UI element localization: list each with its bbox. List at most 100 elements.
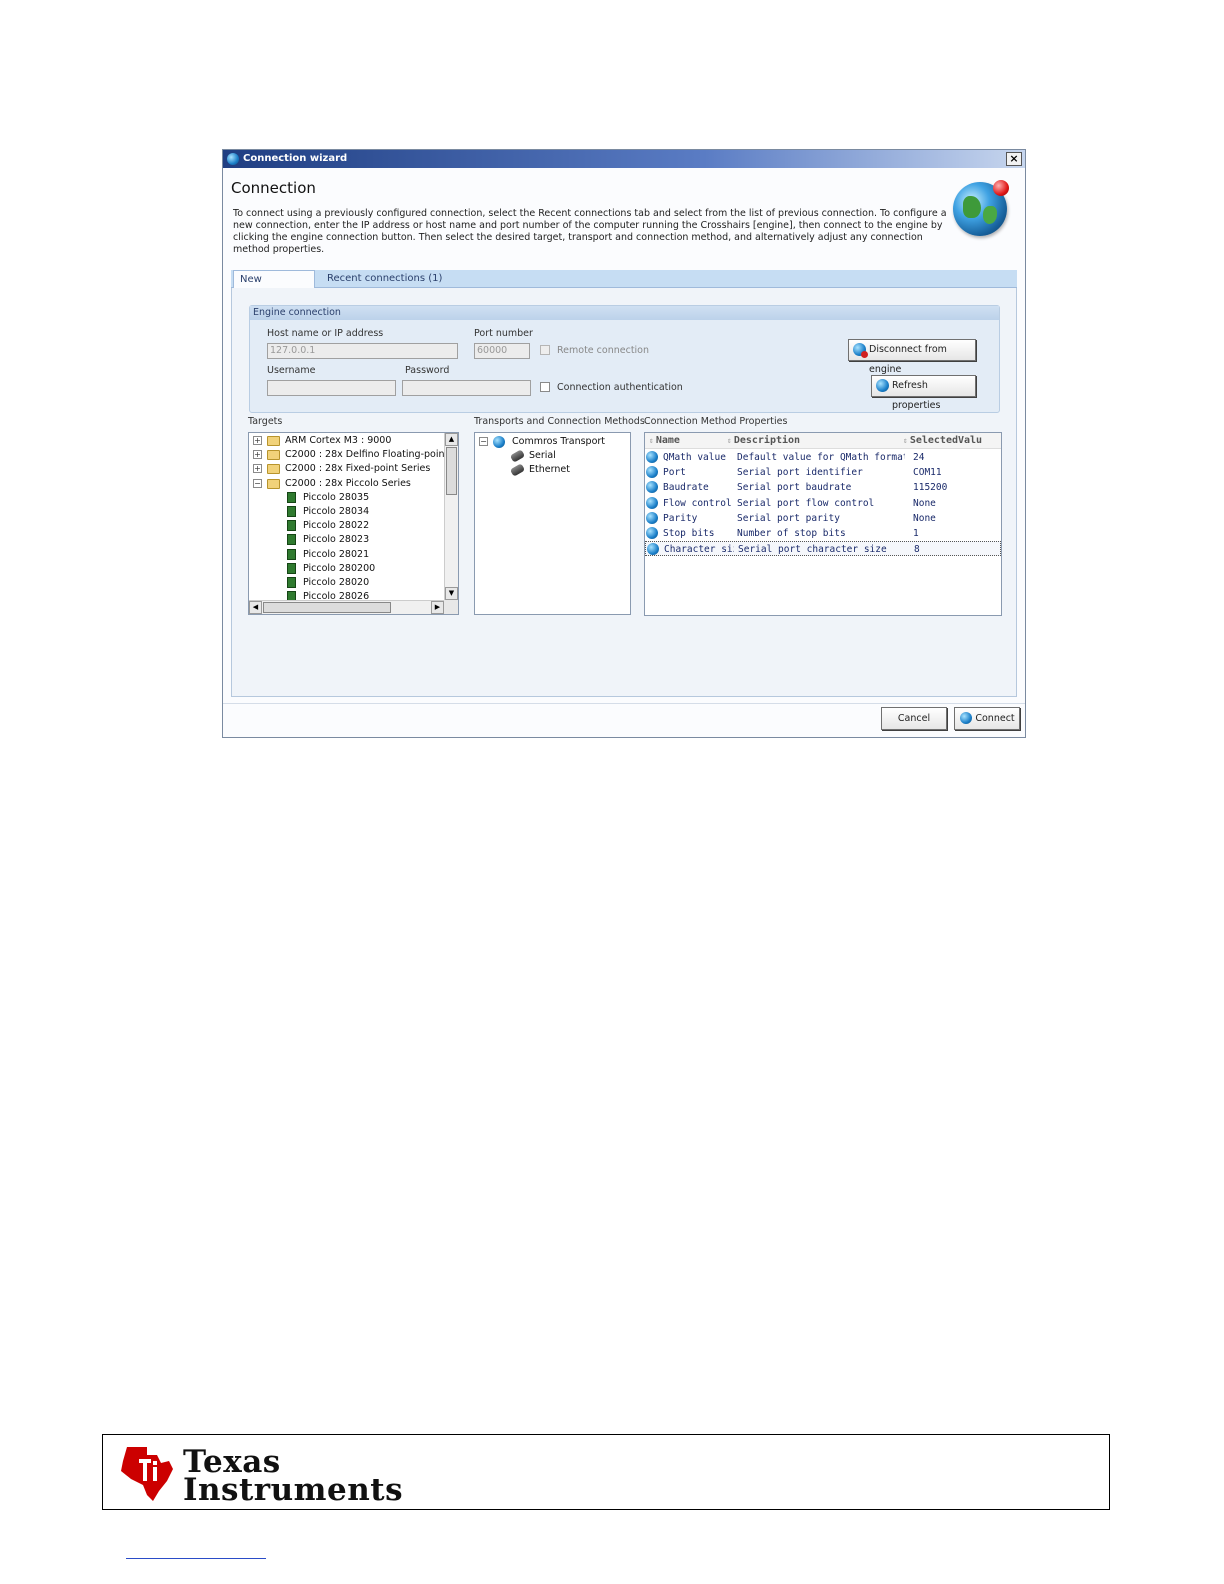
globe-icon xyxy=(646,466,658,479)
column-description[interactable]: ⇕ Description xyxy=(727,433,800,449)
ti-logo-icon xyxy=(121,1447,173,1501)
footer-link-underline xyxy=(126,1558,266,1559)
password-label: Password xyxy=(405,365,450,376)
ti-footer: Texas Instruments xyxy=(102,1434,1110,1510)
tree-item-label: Piccolo 28022 xyxy=(303,520,370,532)
disconnect-button[interactable]: Disconnect from engine xyxy=(848,339,976,375)
cell-value: 24 xyxy=(913,452,925,463)
targets-hscroll[interactable]: ◀ ▶ xyxy=(249,600,444,614)
cell-description: Serial port flow control xyxy=(737,497,875,509)
host-label: Host name or IP address xyxy=(267,328,384,339)
intro-text: To connect using a previously configured… xyxy=(233,208,947,255)
transport-serial-label: Serial xyxy=(529,450,556,461)
folder-icon xyxy=(267,450,280,461)
scroll-thumb-h[interactable] xyxy=(263,602,391,613)
cell-description: Default value for QMath formatti xyxy=(737,452,905,463)
cell-value: 115200 xyxy=(913,482,948,494)
cell-value: 8 xyxy=(914,544,920,556)
globe-icon xyxy=(647,543,659,556)
cancel-button[interactable]: Cancel xyxy=(881,707,947,730)
targets-vscroll[interactable]: ▲ ▼ xyxy=(444,433,458,600)
tree-item-label: C2000 : 28x Piccolo Series xyxy=(285,477,411,489)
table-row[interactable]: QMath value Default value for QMath forma… xyxy=(645,450,1001,465)
cell-description: Serial port baudrate xyxy=(737,482,852,494)
column-selected-value[interactable]: ⇕ SelectedValu xyxy=(903,433,982,449)
cell-name: QMath value xyxy=(663,452,726,463)
cell-name: Parity xyxy=(663,512,698,524)
tree-item-label: C2000 : 28x Fixed-point Series xyxy=(285,463,431,475)
tab-recent-connections[interactable]: Recent connections (1) xyxy=(321,270,448,289)
close-button[interactable]: × xyxy=(1006,152,1022,166)
cell-name: Flow control xyxy=(663,497,732,509)
cell-description: Number of stop bits xyxy=(737,528,846,539)
table-row[interactable]: Character siz Serial port character size 8 xyxy=(645,541,1001,557)
table-row[interactable]: Parity Serial port parity None xyxy=(645,511,1001,526)
tree-item-label: Piccolo 28034 xyxy=(303,506,370,517)
refresh-button-label: Refresh properties xyxy=(892,380,941,411)
targets-label: Targets xyxy=(248,416,283,427)
tree-item-label: Piccolo 280200 xyxy=(303,562,376,574)
tab-new-connection[interactable]: New connection xyxy=(233,270,315,303)
globe-icon xyxy=(227,153,239,165)
collapse-icon[interactable]: − xyxy=(479,437,488,446)
tree-item-label: Piccolo 28020 xyxy=(303,577,370,588)
column-name[interactable]: ⇕ Name xyxy=(649,433,680,449)
username-input[interactable] xyxy=(267,380,396,396)
chip-icon xyxy=(287,491,296,503)
cell-description: Serial port character size xyxy=(738,544,887,556)
targets-tree[interactable]: + ARM Cortex M3 : 9000 + C2000 : 28x Delfin… xyxy=(248,432,459,615)
username-label: Username xyxy=(267,365,316,376)
expand-icon[interactable]: + xyxy=(253,436,262,445)
cell-name: Port xyxy=(663,467,686,479)
plug-icon xyxy=(509,449,526,463)
refresh-icon xyxy=(876,379,889,392)
chip-icon xyxy=(287,506,296,517)
cell-value: COM11 xyxy=(913,467,942,479)
chip-icon xyxy=(287,562,296,574)
port-input[interactable]: 60000 xyxy=(474,343,530,359)
engine-group-label: Engine connection xyxy=(250,306,999,320)
remote-connection-checkbox[interactable] xyxy=(540,345,550,355)
tree-item-label: Piccolo 28035 xyxy=(303,491,370,503)
tree-item-label: Piccolo 28021 xyxy=(303,548,370,560)
globe-icon xyxy=(493,436,505,448)
tree-item-label: Piccolo 28023 xyxy=(303,534,370,546)
scroll-down-icon[interactable]: ▼ xyxy=(445,587,458,600)
connection-wizard-window: Connection wizard × Connection To connec… xyxy=(222,149,1026,738)
scroll-left-icon[interactable]: ◀ xyxy=(249,601,262,614)
host-input[interactable]: 127.0.0.1 xyxy=(267,343,458,359)
connect-button[interactable]: Connect xyxy=(954,707,1020,730)
properties-label: Connection Method Properties xyxy=(644,416,788,427)
grid-header: ⇕ Name ⇕ Description ⇕ SelectedValu xyxy=(645,433,1001,449)
transports-tree[interactable]: − Commros Transport Serial Ethernet xyxy=(474,432,631,615)
connect-button-label: Connect xyxy=(975,713,1015,724)
globe-icon xyxy=(646,527,658,539)
disconnect-icon xyxy=(853,343,868,358)
transport-ethernet-label: Ethernet xyxy=(529,464,570,475)
chip-icon xyxy=(287,577,296,588)
scroll-up-icon[interactable]: ▲ xyxy=(445,433,458,446)
chip-icon xyxy=(287,548,296,560)
table-row[interactable]: Port Serial port identifier COM11 xyxy=(645,465,1001,480)
port-label: Port number xyxy=(474,328,533,339)
expand-icon[interactable]: + xyxy=(253,450,262,460)
collapse-icon[interactable]: − xyxy=(253,478,262,488)
cell-name: Character siz xyxy=(664,544,734,556)
title-bar[interactable]: Connection wizard × xyxy=(223,150,1025,168)
cell-description: Serial port identifier xyxy=(737,467,863,479)
table-row[interactable]: Flow control Serial port flow control None xyxy=(645,496,1001,511)
table-row[interactable]: Stop bits Number of stop bits 1 xyxy=(645,526,1001,541)
scroll-right-icon[interactable]: ▶ xyxy=(431,601,444,614)
password-input[interactable] xyxy=(402,380,531,396)
tab-strip: New connection Recent connections (1) xyxy=(231,270,1017,303)
transports-label: Transports and Connection Methods xyxy=(474,416,645,427)
table-row[interactable]: Baudrate Serial port baudrate 115200 xyxy=(645,480,1001,495)
expand-icon[interactable]: + xyxy=(253,464,262,474)
connection-auth-checkbox[interactable] xyxy=(540,382,550,392)
refresh-properties-button[interactable]: Refresh properties xyxy=(871,375,976,411)
cell-name: Stop bits xyxy=(663,528,715,539)
properties-grid[interactable]: ⇕ Name ⇕ Description ⇕ SelectedValu QMath v… xyxy=(644,432,1002,616)
chip-icon xyxy=(287,534,296,546)
scroll-thumb[interactable] xyxy=(446,447,457,495)
globe-icon xyxy=(646,496,658,509)
